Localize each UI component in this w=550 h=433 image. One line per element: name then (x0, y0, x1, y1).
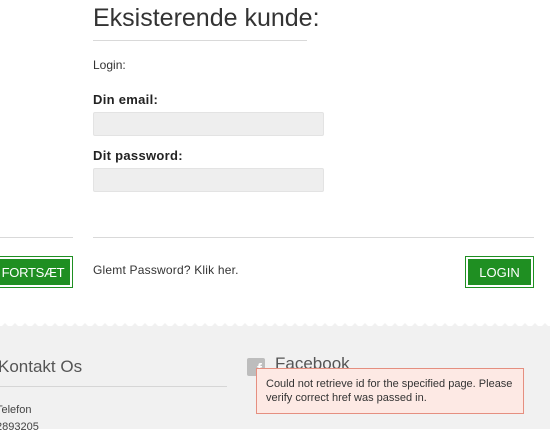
password-label: Dit password: (93, 148, 183, 163)
email-field[interactable] (93, 112, 324, 136)
password-field[interactable] (93, 168, 324, 192)
continue-button[interactable]: FORTSÆT (0, 257, 72, 287)
phone-number: 2893205 (0, 421, 39, 433)
login-divider (93, 237, 534, 238)
login-subtitle: Login: (93, 58, 126, 72)
error-message: Could not retrieve id for the specified … (256, 368, 524, 414)
page-title: Eksisterende kunde: (93, 4, 320, 32)
email-label: Din email: (93, 92, 159, 107)
phone-label: Telefon (0, 404, 32, 416)
contact-heading: Kontakt Os (0, 357, 83, 376)
left-panel-divider (0, 237, 73, 238)
forgot-password-link[interactable]: Glemt Password? Klik her. (93, 263, 239, 277)
footer-zigzag-edge (0, 323, 550, 328)
contact-divider (0, 386, 227, 387)
login-button[interactable]: LOGIN (466, 257, 533, 287)
title-divider (93, 40, 307, 41)
